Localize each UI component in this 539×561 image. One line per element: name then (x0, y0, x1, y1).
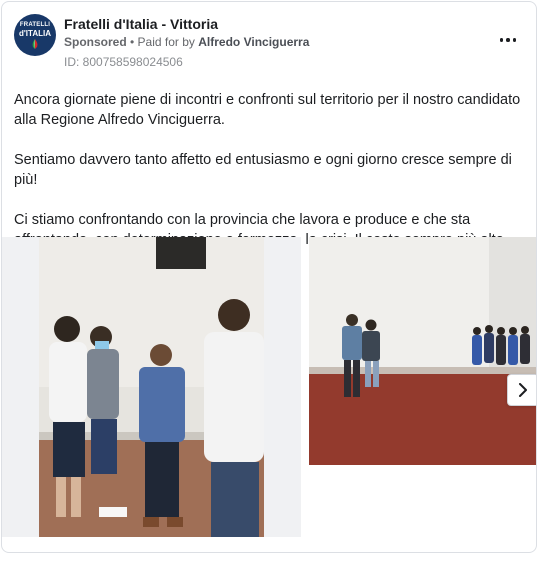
avatar-text-line1: FRATELLI (19, 21, 51, 28)
avatar-text-line2: d'ITALIA (19, 28, 51, 38)
tricolor-flame-icon (32, 38, 38, 49)
carousel-next-button[interactable] (507, 374, 536, 406)
page-name-link[interactable]: Fratelli d'Italia - Vittoria (64, 16, 218, 32)
image-carousel[interactable] (2, 237, 536, 539)
meeting-photo-2 (309, 237, 536, 465)
ad-card: FRATELLI d'ITALIA Fratelli d'Italia - Vi… (1, 1, 537, 553)
ad-id: ID: 800758598024506 (64, 55, 183, 69)
more-dot (499, 38, 504, 42)
body-paragraph-2: Sentiamo davvero tanto affetto ed entusi… (14, 152, 512, 188)
meeting-photo-1 (39, 237, 264, 537)
funder-name[interactable]: Alfredo Vinciguerra (198, 35, 309, 49)
sponsored-line: Sponsored • Paid for by Alfredo Vincigue… (64, 35, 309, 49)
paid-for-prefix: • Paid for by (126, 35, 199, 49)
more-dot (512, 38, 517, 42)
sponsored-label: Sponsored (64, 35, 127, 49)
carousel-slide-2[interactable] (309, 237, 536, 465)
body-paragraph-1: Ancora giornate piene di incontri e conf… (14, 92, 521, 128)
more-options-button[interactable] (497, 32, 519, 48)
more-dot (506, 38, 510, 42)
carousel-slide-1[interactable] (2, 237, 301, 537)
page-avatar[interactable]: FRATELLI d'ITALIA (14, 14, 56, 56)
chevron-right-icon (519, 383, 527, 397)
